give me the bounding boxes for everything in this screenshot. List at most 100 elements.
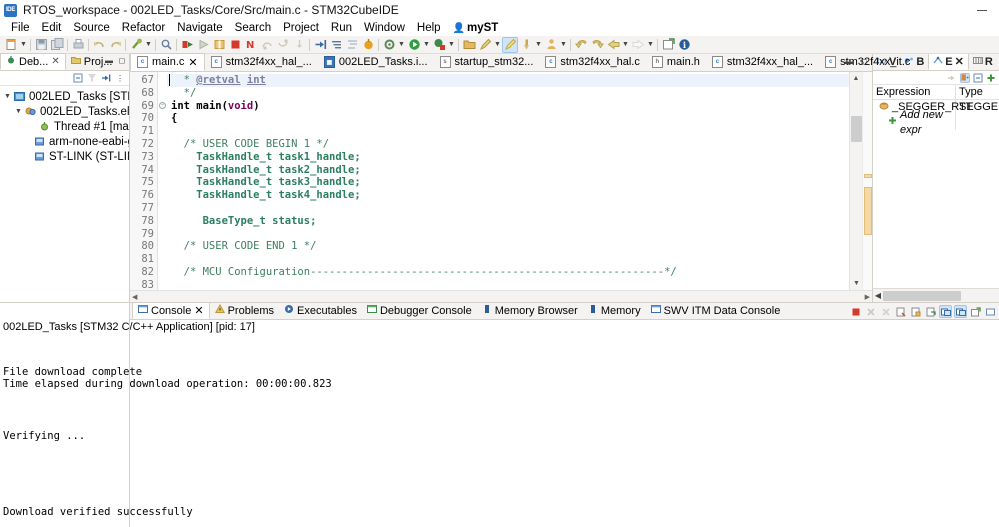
suspend-icon[interactable] <box>211 37 227 53</box>
tab-hal-2[interactable]: c stm32f4xx_hal_... <box>706 53 819 71</box>
maximize-editor-icon[interactable]: ◻ <box>859 56 869 66</box>
collapse-all-icon[interactable] <box>73 73 83 83</box>
prev-arrow-icon[interactable] <box>605 37 621 53</box>
print-icon[interactable] <box>70 37 86 53</box>
undo-icon[interactable] <box>91 37 107 53</box>
forward-arrow-icon[interactable] <box>589 37 605 53</box>
instruction-stepping-icon[interactable] <box>381 37 397 53</box>
build-dropdown-caret-icon[interactable]: ▼ <box>144 37 153 53</box>
edit-pencil-icon[interactable] <box>477 37 493 53</box>
new-file-dropdown-caret-icon[interactable]: ▼ <box>19 37 28 53</box>
column-header-type[interactable]: Type <box>956 85 999 99</box>
profile-dropdown-caret-icon[interactable]: ▼ <box>493 37 502 53</box>
clear-console-icon[interactable] <box>894 305 907 318</box>
save-all-icon[interactable] <box>49 37 65 53</box>
tab-main-h[interactable]: h main.h <box>646 53 706 71</box>
menu-source[interactable]: Source <box>67 20 115 36</box>
tab-ioc[interactable]: ▦ 002LED_Tasks.i... <box>318 53 434 71</box>
run-dropdown-caret-icon[interactable]: ▼ <box>422 37 431 53</box>
close-icon[interactable]: ✕ <box>51 56 59 67</box>
menu-window[interactable]: Window <box>358 20 411 36</box>
open-folder-icon[interactable] <box>461 37 477 53</box>
maximize-view-icon[interactable]: ◻ <box>117 55 127 65</box>
menu-help[interactable]: Help <box>411 20 447 36</box>
scroll-left-icon[interactable]: ◀ <box>873 291 883 301</box>
debug-stlink[interactable]: ST-LINK (ST-LINK G <box>0 149 129 164</box>
new-icon[interactable] <box>986 73 996 83</box>
debug-process[interactable]: ▼ 002LED_Tasks.elf [co <box>0 104 129 119</box>
console-output[interactable]: File download complete Time elapsed duri… <box>0 334 999 527</box>
close-icon[interactable]: ✕ <box>955 55 964 68</box>
menu-refactor[interactable]: Refactor <box>116 20 171 36</box>
pin-icon[interactable] <box>518 37 534 53</box>
tab-hal-1[interactable]: c stm32f4xx_hal_... <box>205 53 318 71</box>
new-file-icon[interactable] <box>3 37 19 53</box>
code-folding-column[interactable]: − <box>158 72 167 290</box>
minimize-editor-icon[interactable]: ▬ <box>844 56 854 66</box>
tab-problems[interactable]: Problems <box>210 302 279 319</box>
tab-memory-browser[interactable]: Memory Browser <box>477 302 583 319</box>
tab-debugger-console[interactable]: Debugger Console <box>362 302 477 319</box>
editor-vertical-scrollbar[interactable]: ▲ ▼ <box>849 72 862 290</box>
fold-toggle-69[interactable]: − <box>158 100 167 113</box>
debug-dropdown-caret-icon[interactable]: ▼ <box>447 37 456 53</box>
tab-hal-c[interactable]: c stm32f4xx_hal.c <box>539 53 645 71</box>
debug-thread[interactable]: Thread #1 [main] <box>0 119 129 134</box>
tab-memory[interactable]: Memory <box>583 302 646 319</box>
word-wrap-icon[interactable] <box>924 305 937 318</box>
menu-search[interactable]: Search <box>229 20 277 36</box>
debug-icon[interactable] <box>431 37 447 53</box>
prev-dropdown-caret-icon[interactable]: ▼ <box>621 37 630 53</box>
chevron-down-icon[interactable]: ▼ <box>2 93 13 100</box>
tab-expressions[interactable]: E ✕ <box>928 54 969 70</box>
step-return-icon[interactable] <box>344 37 360 53</box>
expressions-horizontal-scrollbar[interactable]: ◀ <box>873 288 999 302</box>
lock-scroll-icon[interactable] <box>909 305 922 318</box>
tab-debug[interactable]: Deb... ✕ <box>0 53 66 70</box>
editor-horizontal-scrollbar[interactable]: ◀ ▶ <box>130 290 872 302</box>
info-icon[interactable]: i <box>676 37 692 53</box>
debug-resume-icon[interactable] <box>179 37 195 53</box>
collapse-icon[interactable] <box>973 73 983 83</box>
new-perspective-icon[interactable] <box>660 37 676 53</box>
pin-dropdown-caret-icon[interactable]: ▼ <box>534 37 543 53</box>
step-filters-icon[interactable] <box>101 73 111 83</box>
chevron-down-icon-2[interactable]: ▼ <box>13 108 24 115</box>
myst-account-button[interactable]: 👤 myST <box>447 22 505 34</box>
scrollbar-thumb[interactable] <box>851 116 862 142</box>
tab-console[interactable]: Console ✕ <box>132 302 210 319</box>
show-console-icon[interactable] <box>939 305 952 318</box>
terminate-icon[interactable] <box>849 305 862 318</box>
menu-project[interactable]: Project <box>277 20 325 36</box>
view-menu-icon[interactable]: ⋮ <box>115 73 125 83</box>
menu-navigate[interactable]: Navigate <box>171 20 228 36</box>
tab-main-c[interactable]: c main.c ✕ <box>130 53 205 71</box>
run-icon[interactable] <box>406 37 422 53</box>
menu-run[interactable]: Run <box>325 20 358 36</box>
highlight-icon[interactable] <box>502 36 518 53</box>
tab-startup[interactable]: s startup_stm32... <box>434 53 540 71</box>
scroll-left-icon[interactable]: ◀ <box>132 293 137 301</box>
close-icon[interactable]: ✕ <box>194 304 203 317</box>
step-over-icon[interactable] <box>328 37 344 53</box>
remove-icon[interactable] <box>947 73 957 83</box>
redo-icon[interactable] <box>107 37 123 53</box>
scrollbar-thumb[interactable] <box>883 290 961 301</box>
debug-gdb[interactable]: arm-none-eabi-gdb <box>0 134 129 149</box>
disconnect-icon[interactable]: N <box>243 37 259 53</box>
code-text[interactable]: * @retval int */ int main(void) { /* USE… <box>167 72 849 290</box>
minimize-view-icon[interactable]: ▬ <box>104 55 114 65</box>
back-arrow-icon[interactable] <box>573 37 589 53</box>
search-icon[interactable] <box>158 37 174 53</box>
code-editor[interactable]: 67 68 69 70 71 72 73 74 75 76 77 78 79 8… <box>130 72 872 290</box>
add-new-expression-row[interactable]: Add new expr <box>873 109 999 136</box>
view-menu-icon[interactable] <box>984 305 997 318</box>
tab-registers[interactable]: R <box>969 54 997 70</box>
debug-launch-config[interactable]: ▼ 002LED_Tasks [STM32 <box>0 89 129 104</box>
editor-overview-ruler[interactable] <box>862 72 872 290</box>
close-icon[interactable]: ✕ <box>188 56 197 69</box>
scroll-up-icon[interactable]: ▲ <box>850 72 862 85</box>
skip-breakpoints-icon[interactable] <box>360 37 376 53</box>
filter-icon[interactable] <box>87 73 97 83</box>
resume-icon[interactable] <box>195 37 211 53</box>
